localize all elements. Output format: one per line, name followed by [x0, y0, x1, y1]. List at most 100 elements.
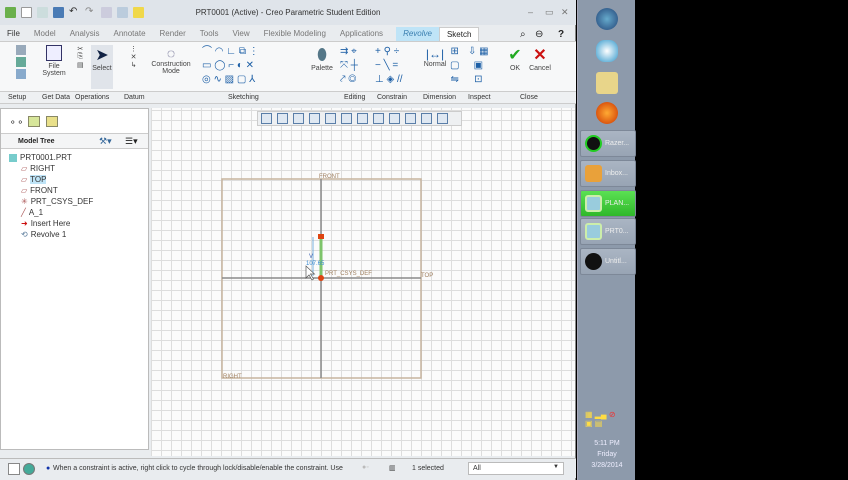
- cancel-button[interactable]: ✕ Cancel: [528, 45, 552, 72]
- tab-model[interactable]: Model: [27, 27, 63, 41]
- tab-sketch[interactable]: Sketch: [438, 27, 480, 41]
- csys-icon: ✳: [21, 197, 28, 206]
- tree-item-part[interactable]: PRT0001.PRT: [9, 153, 72, 162]
- group-get-data: Get Data: [42, 94, 71, 101]
- ribbon: File System ✂ ⎘ ▤ ➤ Select ⋮ ✕ ↳ ◌ Constructio…: [0, 41, 576, 92]
- tree-item-revolve[interactable]: ⟲ Revolve 1: [21, 230, 66, 239]
- taskbar-task-prt[interactable]: PRT0...: [580, 218, 636, 245]
- editing-tools[interactable]: ⇉ ⌖ ⤧ ┼ ⤤ ◎: [340, 45, 370, 87]
- datum-plane-icon: ▱: [21, 186, 28, 195]
- clock-day: Friday: [597, 451, 617, 458]
- internet-explorer-icon[interactable]: [596, 40, 618, 62]
- group-constrain[interactable]: Constrain: [377, 94, 407, 101]
- operations-icons[interactable]: ✂ ⎘ ▤: [77, 45, 84, 69]
- creo-icon: [585, 223, 602, 240]
- constrain-tools[interactable]: + ⚲ ÷ − ╲ = ⊥ ◈ //: [375, 45, 417, 87]
- ok-button[interactable]: ✔ OK: [505, 45, 525, 72]
- razer-icon: [585, 135, 602, 152]
- tree-item-right[interactable]: ▱ RIGHT: [21, 164, 55, 173]
- check-icon: ✔: [508, 47, 522, 64]
- tree-item-insert-here[interactable]: ➜ Insert Here: [21, 219, 70, 228]
- folder-browser-tab-icon[interactable]: [28, 116, 40, 127]
- taskbar-task-outlook[interactable]: Inbox...: [580, 160, 636, 187]
- taskbar-task-razer[interactable]: Razer...: [580, 130, 636, 157]
- close-button[interactable]: ✕: [561, 7, 569, 18]
- model-tree-title: Model Tree: [18, 138, 55, 145]
- creo-window: ↶ ↷ PRT0001 (Active) - Creo Parametric S…: [0, 0, 576, 480]
- group-sketching: Sketching: [228, 94, 259, 101]
- insert-arrow-icon: ➜: [21, 219, 28, 228]
- setup-icons[interactable]: [16, 45, 26, 81]
- message-bullet-icon: ●: [46, 465, 51, 472]
- label-right: RIGHT: [223, 374, 242, 380]
- label-top: TOP: [421, 273, 433, 279]
- tab-tools[interactable]: Tools: [193, 27, 226, 41]
- normal-dimension-button[interactable]: |↔| Normal: [423, 47, 447, 68]
- browser-toggle-icon[interactable]: [23, 463, 35, 475]
- help-icon[interactable]: ?: [558, 29, 564, 40]
- construction-mode-button[interactable]: ◌ Construction Mode: [150, 45, 192, 75]
- tab-annotate[interactable]: Annotate: [106, 27, 152, 41]
- vertical-constraint[interactable]: V: [309, 254, 313, 260]
- chevron-down-icon: ▼: [553, 464, 559, 470]
- tab-file[interactable]: File: [0, 27, 27, 41]
- inspect-tools[interactable]: ⇩ ▦ ▣ ⊡: [468, 45, 489, 87]
- minimize-button[interactable]: –: [528, 7, 533, 17]
- cursor-arrow-icon: ➤: [95, 47, 109, 64]
- firefox-icon[interactable]: [596, 102, 618, 124]
- tree-item-top[interactable]: ▱ TOP: [21, 175, 47, 184]
- model-tree-panel: ⚬⚬ Model Tree ⚒▾ ☰▾ PRT0001.PRT ▱ RIGHT ▱…: [0, 108, 149, 450]
- group-dimension[interactable]: Dimension: [423, 94, 456, 101]
- search-icon[interactable]: ⌕: [520, 29, 526, 40]
- group-editing: Editing: [344, 94, 366, 101]
- group-datum: Datum: [124, 94, 145, 101]
- sketching-tools[interactable]: ⌒ ◠ ∟ ⧉ ⋮ ▭ ◯ ⌐ ◐ ✕ ◎ ∿ ▨ ▢ ⅄: [202, 45, 307, 87]
- tab-flexible-modeling[interactable]: Flexible Modeling: [257, 27, 333, 41]
- tab-analysis[interactable]: Analysis: [63, 27, 107, 41]
- dimension-value[interactable]: 107.65: [306, 261, 325, 267]
- status-message: When a constraint is active, right click…: [53, 465, 343, 472]
- tab-applications[interactable]: Applications: [333, 27, 390, 41]
- status-bar: ● When a constraint is active, right cli…: [0, 458, 576, 478]
- csys-origin: [318, 275, 324, 281]
- clock-time[interactable]: 5:11 PM: [578, 440, 636, 447]
- tray-icons[interactable]: ▦ ▂▄ ⊘ ▣ ▤: [585, 410, 616, 428]
- navigator-toggle-icon[interactable]: [8, 463, 20, 475]
- select-button[interactable]: ➤ Select: [91, 45, 113, 89]
- taskbar-task-plan[interactable]: PLAN...: [580, 190, 636, 217]
- tab-render[interactable]: Render: [153, 27, 193, 41]
- show-menu-icon[interactable]: ☰▾: [125, 136, 138, 147]
- taskbar-task-untitled[interactable]: Untitl...: [580, 248, 636, 275]
- group-operations[interactable]: Operations: [75, 94, 109, 101]
- settings-icon[interactable]: ⊖: [535, 29, 543, 40]
- ribbon-group-labels: Setup Get Data Operations Datum Sketchin…: [0, 92, 576, 104]
- group-inspect[interactable]: Inspect: [468, 94, 491, 101]
- datum-icons[interactable]: ⋮ ✕ ↳: [130, 45, 137, 69]
- maximize-button[interactable]: ▭: [545, 7, 554, 18]
- selection-filter-dropdown[interactable]: All ▼: [468, 462, 564, 475]
- file-system-button[interactable]: File System: [40, 45, 68, 77]
- datum-plane-icon: ▱: [21, 164, 28, 173]
- tree-item-axis[interactable]: ╱ A_1: [21, 208, 43, 217]
- selection-filter-value: All: [473, 465, 481, 472]
- graphics-canvas[interactable]: FRONT TOP RIGHT PRT_CSYS_DEF V 107.65: [151, 108, 575, 456]
- dimension-tools[interactable]: ⊞ ▢ ⇋: [450, 45, 459, 87]
- favorites-tab-icon[interactable]: [46, 116, 58, 127]
- ribbon-tabs: File Model Analysis Annotate Render Tool…: [0, 27, 576, 41]
- file-explorer-icon[interactable]: [596, 72, 618, 94]
- tab-view[interactable]: View: [225, 27, 256, 41]
- tree-item-front[interactable]: ▱ FRONT: [21, 186, 58, 195]
- tab-revolve[interactable]: Revolve: [396, 27, 439, 41]
- axis-icon: ╱: [21, 208, 26, 217]
- x-icon: ✕: [533, 47, 547, 64]
- selected-count: 1 selected: [412, 465, 444, 472]
- find-icon[interactable]: ▥: [389, 464, 396, 472]
- datum-plane-icon: ▱: [21, 175, 28, 184]
- tree-settings-icon[interactable]: ⚒▾: [99, 136, 112, 147]
- tree-item-csys[interactable]: ✳ PRT_CSYS_DEF: [21, 197, 93, 206]
- outlook-icon: [585, 165, 602, 182]
- start-button-icon[interactable]: [596, 8, 618, 30]
- palette-button[interactable]: ⬮ Palette: [310, 47, 334, 72]
- group-setup[interactable]: Setup: [8, 94, 26, 101]
- model-tree-tab-icon[interactable]: ⚬⚬: [9, 117, 24, 128]
